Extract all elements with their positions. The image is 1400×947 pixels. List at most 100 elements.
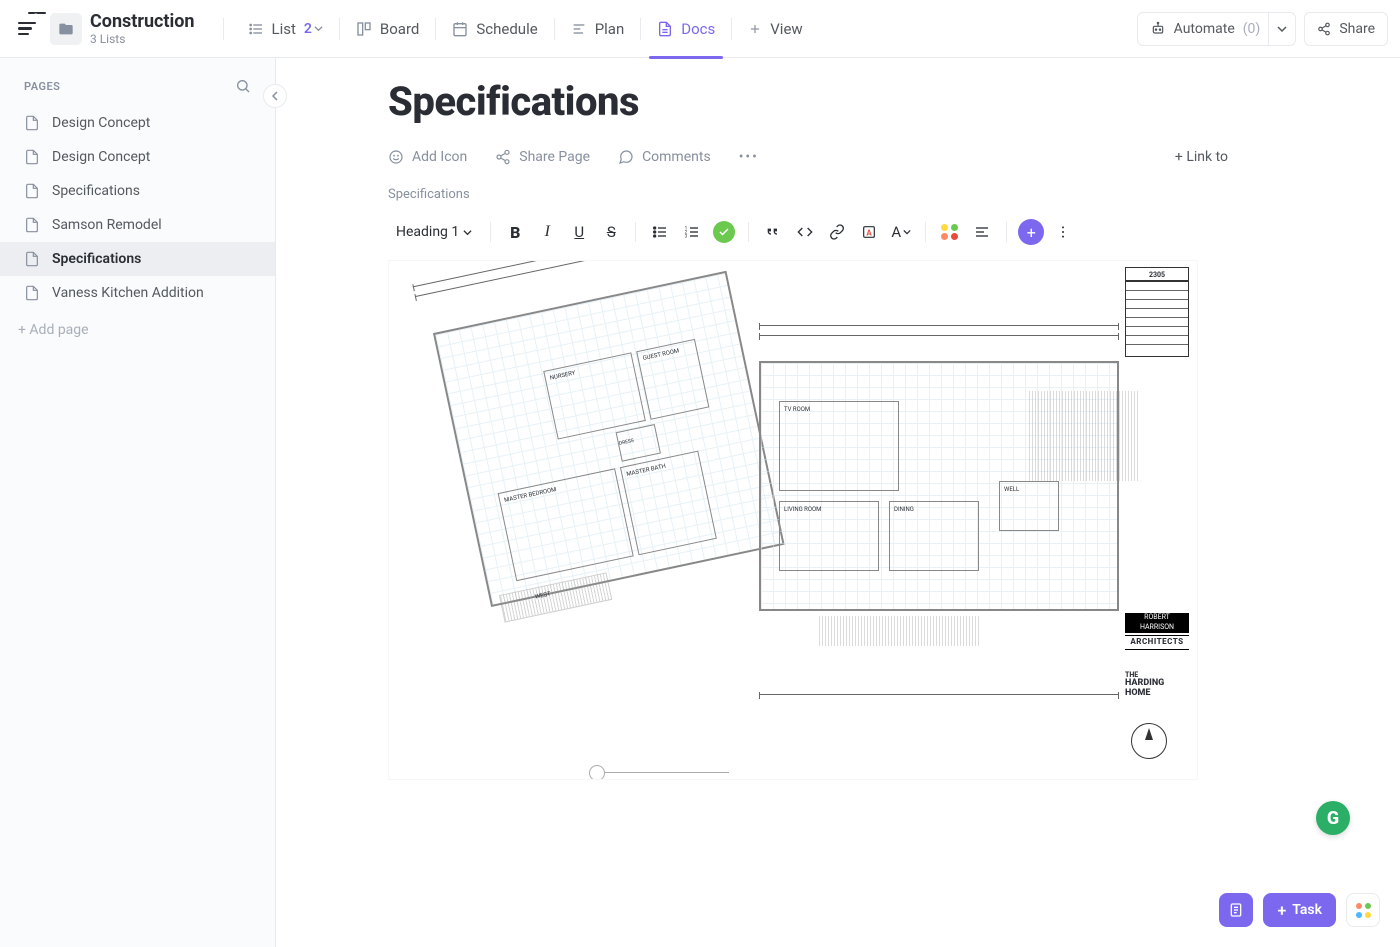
automate-button[interactable]: Automate (0) xyxy=(1137,12,1297,46)
sidebar-item-label: Samson Remodel xyxy=(52,217,162,233)
sidebar-item[interactable]: Vaness Kitchen Addition xyxy=(0,276,275,310)
editor-toolbar: Heading 1 B I U S 123 A A xyxy=(388,214,1228,260)
app-header: 3 Construction 3 Lists List 2 Board Sche… xyxy=(0,0,1400,58)
doc-main: Specifications Add Icon Share Page Comme… xyxy=(276,58,1400,947)
apps-button[interactable] xyxy=(1346,893,1380,927)
search-icon[interactable] xyxy=(235,78,251,94)
add-view[interactable]: View xyxy=(734,0,816,58)
notepad-button[interactable] xyxy=(1219,893,1253,927)
bold-button[interactable]: B xyxy=(501,218,529,246)
add-view-label: View xyxy=(770,20,802,38)
menu-toggle[interactable]: 3 xyxy=(12,16,42,42)
sidebar-item[interactable]: Design Concept xyxy=(0,106,275,140)
view-tabs: List 2 Board Schedule Plan Docs View xyxy=(234,0,817,58)
sidebar-item[interactable]: Specifications xyxy=(0,242,275,276)
sidebar-collapse[interactable] xyxy=(263,84,287,108)
robot-icon xyxy=(1150,21,1166,37)
view-docs[interactable]: Docs xyxy=(643,0,729,58)
link-button[interactable] xyxy=(823,218,851,246)
page-icon xyxy=(24,217,40,233)
svg-text:A: A xyxy=(867,228,873,237)
heading-select[interactable]: Heading 1 xyxy=(388,220,480,244)
fp-legend: 2305 xyxy=(1125,267,1189,357)
chevron-down-icon xyxy=(463,228,472,237)
insert-button[interactable]: + xyxy=(1017,218,1045,246)
comment-icon xyxy=(618,149,634,165)
quote-button[interactable] xyxy=(759,218,787,246)
strike-button[interactable]: S xyxy=(597,218,625,246)
workspace-title-block[interactable]: Construction 3 Lists xyxy=(90,11,195,46)
checklist-button[interactable] xyxy=(710,218,738,246)
underline-button[interactable]: U xyxy=(565,218,593,246)
more-actions[interactable]: ••• xyxy=(739,149,759,165)
sidebar-item[interactable]: Design Concept xyxy=(0,140,275,174)
automate-count: (0) xyxy=(1243,21,1261,37)
compass-icon xyxy=(1131,723,1167,759)
workspace-subtitle: 3 Lists xyxy=(90,32,195,46)
folder-icon[interactable] xyxy=(50,13,82,45)
sidebar-item-label: Specifications xyxy=(52,251,141,267)
page-icon xyxy=(24,149,40,165)
view-list-label: List xyxy=(272,20,296,38)
italic-button[interactable]: I xyxy=(533,218,561,246)
notification-badge: 3 xyxy=(28,12,46,15)
new-task-button[interactable]: +Task xyxy=(1263,893,1336,927)
notepad-icon xyxy=(1228,902,1244,918)
doc-title[interactable]: Specifications xyxy=(388,78,1228,125)
comments-action[interactable]: Comments xyxy=(618,149,711,165)
divider xyxy=(339,18,340,40)
chevron-left-icon xyxy=(270,91,280,101)
svg-text:3: 3 xyxy=(685,233,688,239)
page-icon xyxy=(24,183,40,199)
view-list-count: 2 xyxy=(304,21,323,37)
view-plan[interactable]: Plan xyxy=(557,0,639,58)
view-plan-label: Plan xyxy=(595,20,625,38)
sidebar-item[interactable]: Specifications xyxy=(0,174,275,208)
fp-titleblock: ROBERT HARRISON ARCHITECTS THE HARDING H… xyxy=(1125,613,1189,699)
add-icon-action[interactable]: Add Icon xyxy=(388,149,467,165)
sidebar-item[interactable]: Samson Remodel xyxy=(0,208,275,242)
share-button[interactable]: Share xyxy=(1304,12,1388,46)
share-page-action[interactable]: Share Page xyxy=(495,149,590,165)
automate-label: Automate xyxy=(1174,21,1235,37)
divider xyxy=(223,18,224,40)
text-color-button[interactable]: A xyxy=(855,218,883,246)
share-icon xyxy=(1317,22,1331,36)
share-label: Share xyxy=(1339,21,1375,37)
floating-actions: +Task xyxy=(1219,893,1380,927)
ordered-list-button[interactable]: 123 xyxy=(678,218,706,246)
floorplan-image: 2305 MASTER BEDROOM MASTER BATH NURSERY … xyxy=(388,260,1198,780)
page-icon xyxy=(24,251,40,267)
sidebar-item-label: Vaness Kitchen Addition xyxy=(52,285,204,301)
automate-dropdown[interactable] xyxy=(1268,13,1295,45)
breadcrumb[interactable]: Specifications xyxy=(388,187,1228,202)
view-schedule[interactable]: Schedule xyxy=(438,0,551,58)
view-docs-label: Docs xyxy=(681,20,715,38)
page-icon xyxy=(24,115,40,131)
sidebar-item-label: Design Concept xyxy=(52,115,150,131)
workspace-title: Construction xyxy=(90,11,195,32)
link-to-action[interactable]: + Link to xyxy=(1175,149,1228,165)
sidebar-item-label: Design Concept xyxy=(52,149,150,165)
divider xyxy=(435,18,436,40)
image-slider[interactable] xyxy=(589,772,729,773)
page-icon xyxy=(24,285,40,301)
add-page[interactable]: + Add page xyxy=(0,310,275,350)
divider xyxy=(554,18,555,40)
toolbar-more[interactable] xyxy=(1049,218,1077,246)
view-list[interactable]: List 2 xyxy=(234,0,337,58)
grammarly-badge[interactable]: G xyxy=(1316,801,1350,835)
sidebar-heading-row: PAGES xyxy=(0,78,275,106)
sidebar: PAGES Design Concept Design Concept Specif… xyxy=(0,58,276,947)
code-button[interactable] xyxy=(791,218,819,246)
align-button[interactable] xyxy=(968,218,996,246)
smile-icon xyxy=(388,149,404,165)
share-icon xyxy=(495,149,511,165)
view-board[interactable]: Board xyxy=(342,0,433,58)
divider xyxy=(731,18,732,40)
font-button[interactable]: A xyxy=(887,218,915,246)
sidebar-heading: PAGES xyxy=(24,80,60,93)
bullet-list-button[interactable] xyxy=(646,218,674,246)
doc-actions: Add Icon Share Page Comments ••• + Link … xyxy=(388,149,1228,165)
highlight-button[interactable] xyxy=(936,218,964,246)
